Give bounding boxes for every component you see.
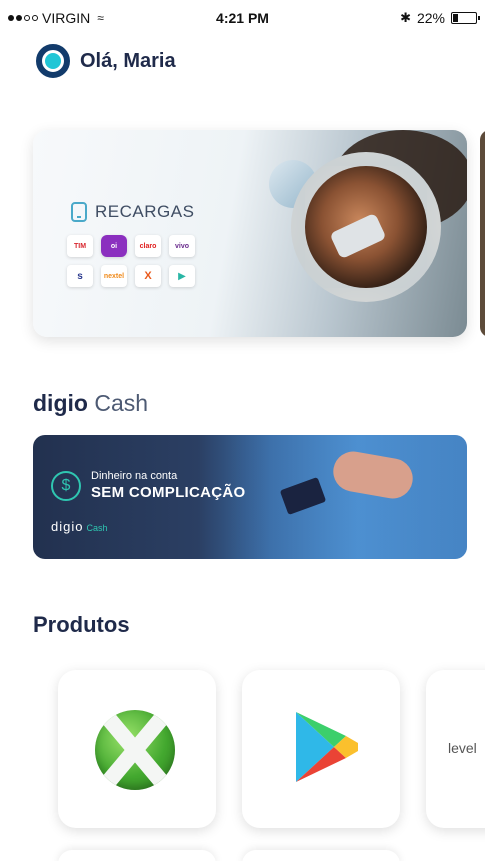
operator-logo-claro: claro <box>135 235 161 257</box>
level-label: level <box>448 740 477 756</box>
battery-percent: 22% <box>416 10 445 26</box>
status-right: ✱ 22% <box>400 10 480 26</box>
product-card-google-play[interactable] <box>242 670 400 828</box>
operator-logo-x: X <box>135 265 161 287</box>
greeting-text: Olá, Maria <box>80 49 176 72</box>
digio-logo-icon <box>36 44 70 78</box>
recargas-title: RECARGAS <box>71 202 194 222</box>
dollar-icon: $ <box>51 471 81 501</box>
recargas-label: RECARGAS <box>95 202 195 221</box>
recargas-banner[interactable]: RECARGAS TIM oi claro vivo s nextel X ▶ <box>33 130 467 337</box>
digio-cash-banner[interactable]: $ Dinheiro na conta SEM COMPLICAÇÃO digi… <box>33 435 467 559</box>
digio-cash-title: digio Cash <box>33 390 148 417</box>
operator-logo-play: ▶ <box>169 265 195 287</box>
operator-logo-tim: TIM <box>67 235 93 257</box>
cash-banner-headline: SEM COMPLICAÇÃO <box>91 484 246 501</box>
greeting-header[interactable]: Olá, Maria <box>36 44 176 78</box>
cash-banner-logo: digio Cash <box>51 519 107 534</box>
digio-cash-title-light: Cash <box>94 390 149 416</box>
next-banner-peek[interactable] <box>480 130 485 337</box>
cash-logo-text: digio <box>51 519 84 534</box>
operator-logo-vivo: vivo <box>169 235 195 257</box>
cash-logo-accent: Cash <box>86 523 108 533</box>
operator-logo-s: s <box>67 265 93 287</box>
product-card-level[interactable]: level <box>426 670 485 828</box>
operator-logo-nextel: nextel <box>101 265 127 287</box>
digio-cash-title-bold: digio <box>33 390 88 416</box>
operator-logos: TIM oi claro vivo s nextel X ▶ <box>67 235 195 287</box>
xbox-icon <box>95 710 175 790</box>
cash-banner-subtitle: Dinheiro na conta <box>91 470 178 482</box>
product-card-peek[interactable] <box>242 850 400 861</box>
battery-icon <box>451 12 480 24</box>
bluetooth-icon: ✱ <box>400 10 411 25</box>
product-card-xbox[interactable] <box>58 670 216 828</box>
status-bar: VIRGIN ≈ 4:21 PM ✱ 22% <box>0 0 485 34</box>
google-play-icon <box>296 712 358 782</box>
product-card-peek[interactable] <box>58 850 216 861</box>
operator-logo-oi: oi <box>101 235 127 257</box>
produtos-title: Produtos <box>33 612 130 637</box>
mobile-phone-icon <box>71 202 87 222</box>
